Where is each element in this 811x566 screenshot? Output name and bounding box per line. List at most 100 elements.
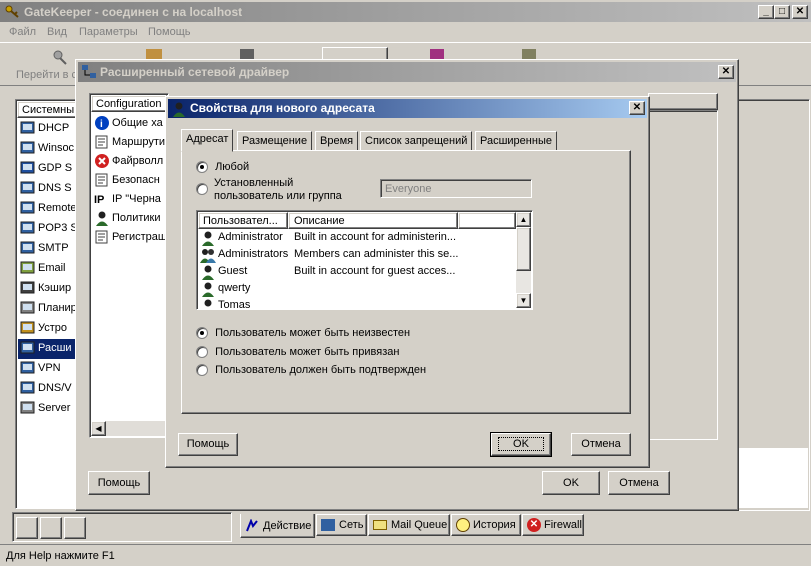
sidebar-item[interactable]: Email <box>18 259 78 279</box>
tree-item[interactable]: Маршрути <box>92 133 166 153</box>
toolbar-icon[interactable] <box>146 49 162 59</box>
option-unknown-indicator[interactable] <box>196 327 208 340</box>
sidebar-item[interactable]: Планир <box>18 299 78 319</box>
tree-item[interactable]: i Общие ха <box>92 114 166 134</box>
tree-item[interactable]: IP IP "Черна <box>92 190 166 210</box>
key-icon <box>52 49 68 65</box>
driver-right-header <box>648 93 718 110</box>
goto-button[interactable]: Перейти в с <box>10 47 80 85</box>
menu-params[interactable]: Параметры <box>79 26 138 38</box>
table-row[interactable]: Administrators Members can administer thi… <box>198 246 516 263</box>
log-icon <box>94 229 110 245</box>
menu-file[interactable]: Файл <box>9 26 36 38</box>
tab-action[interactable]: Действие <box>240 514 315 538</box>
sidebar-item[interactable]: DNS/V <box>18 379 78 399</box>
close-button[interactable]: ✕ <box>792 5 808 19</box>
module-icon <box>20 120 36 136</box>
tree-item-label: Безопасн <box>112 174 160 186</box>
toolbar-icon[interactable] <box>430 49 444 59</box>
sidebar-item[interactable]: Устро <box>18 319 78 339</box>
tab-advanced[interactable]: Расширенные <box>475 131 557 151</box>
sidebar-item[interactable]: Winsoc <box>18 139 78 159</box>
col-extra-header[interactable] <box>458 212 516 229</box>
props-dialog: Свойства для нового адресата ✕ Адресат Р… <box>165 96 650 468</box>
tree-item[interactable]: Политики <box>92 209 166 229</box>
option-confirmed-indicator[interactable] <box>196 364 208 377</box>
sidebar-item[interactable]: DNS S <box>18 179 78 199</box>
driver-help-button[interactable]: Помощь <box>88 471 150 495</box>
menu-bar: Файл Вид Параметры Помощь <box>0 23 811 41</box>
col-user-header[interactable]: Пользовател... <box>198 212 288 229</box>
sidebar-item[interactable]: VPN <box>18 359 78 379</box>
user-description: Members can administer this se... <box>294 248 459 260</box>
radio-any-indicator[interactable] <box>196 161 208 174</box>
tree-hscroll[interactable]: ◀ <box>91 421 167 436</box>
module-icon <box>20 200 36 216</box>
props-help-button[interactable]: Помощь <box>178 433 238 456</box>
minimize-button[interactable]: _ <box>758 5 774 19</box>
scroll-left-button[interactable]: ◀ <box>91 421 106 436</box>
ip-icon: IP <box>94 191 110 207</box>
tab-address[interactable]: Адресат <box>181 129 234 152</box>
tab-deny-list[interactable]: Список запрещений <box>360 131 473 151</box>
radio-specific-label: Установленный пользователь или группа <box>214 177 342 202</box>
scroll-up-button[interactable]: ▲ <box>516 212 531 227</box>
user-icon[interactable] <box>64 517 86 539</box>
table-row[interactable]: Tomas <box>198 297 516 309</box>
radio-any[interactable]: Любой <box>196 161 249 177</box>
tree-item[interactable]: Безопасн <box>92 171 166 191</box>
sidebar-item[interactable]: GDP S <box>18 159 78 179</box>
policy-icon <box>94 210 110 226</box>
option-bound[interactable]: Пользователь может быть привязан <box>196 346 400 359</box>
scroll-thumb[interactable] <box>516 227 531 271</box>
option-unknown[interactable]: Пользователь может быть неизвестен <box>196 327 410 340</box>
sidebar-item-label: Расши <box>38 342 72 354</box>
sidebar-item[interactable]: POP3 S <box>18 219 78 239</box>
driver-ok-button[interactable]: OK <box>542 471 600 495</box>
user-list-vscroll[interactable]: ▲ ▼ <box>516 212 531 308</box>
maximize-button[interactable]: □ <box>774 5 790 19</box>
tab-mail-queue[interactable]: Mail Queue <box>368 514 450 536</box>
sidebar-item[interactable]: Remote <box>18 199 78 219</box>
sidebar-item[interactable]: Server <box>18 399 78 419</box>
toolbar-icon[interactable] <box>522 49 536 59</box>
module-icon <box>20 160 36 176</box>
user-name: Administrator <box>218 231 283 243</box>
driver-cancel-button[interactable]: Отмена <box>608 471 670 495</box>
col-desc-header[interactable]: Описание <box>288 212 458 229</box>
tab-placement[interactable]: Размещение <box>237 131 313 151</box>
props-close-button[interactable]: ✕ <box>629 101 645 115</box>
option-bound-indicator[interactable] <box>196 346 208 359</box>
tree-item-label: Файрволл <box>112 155 164 167</box>
toolbar-icon[interactable] <box>240 49 254 59</box>
table-row[interactable]: Guest Built in account for guest acces... <box>198 263 516 280</box>
props-cancel-button[interactable]: Отмена <box>571 433 631 456</box>
tree-item[interactable]: Файрволл <box>92 152 166 172</box>
everyone-field[interactable]: Everyone <box>380 179 532 198</box>
sidebar-item[interactable]: SMTP <box>18 239 78 259</box>
tab-network[interactable]: Сеть <box>316 514 367 536</box>
menu-view[interactable]: Вид <box>47 26 67 38</box>
option-bound-label: Пользователь может быть привязан <box>215 346 400 358</box>
props-ok-button[interactable]: OK <box>490 432 552 457</box>
menu-help[interactable]: Помощь <box>148 26 191 38</box>
option-confirmed[interactable]: Пользователь должен быть подтвержден <box>196 364 426 377</box>
sidebar-item[interactable]: Кэшир <box>18 279 78 299</box>
tree-item[interactable]: Регистраш <box>92 228 166 248</box>
tree-item-label: Маршрути <box>112 136 166 148</box>
routing-icon[interactable] <box>40 517 62 539</box>
sidebar-item[interactable]: Расши <box>18 339 78 359</box>
tab-time[interactable]: Время <box>315 131 359 151</box>
tree-item-label: Политики <box>112 212 161 224</box>
sidebar-item[interactable]: DHCP <box>18 119 78 139</box>
network-icon[interactable] <box>16 517 38 539</box>
driver-close-button[interactable]: ✕ <box>718 65 734 79</box>
props-title: Свойства для нового адресата <box>190 101 375 115</box>
radio-specific-indicator[interactable] <box>196 183 208 195</box>
goto-label: Перейти в с <box>16 69 78 81</box>
scroll-down-button[interactable]: ▼ <box>516 293 531 308</box>
table-row[interactable]: qwerty <box>198 280 516 297</box>
table-row[interactable]: Administrator Built in account for admini… <box>198 229 516 246</box>
tab-history[interactable]: История <box>451 514 521 536</box>
tab-firewall[interactable]: ✕ Firewall <box>522 514 584 536</box>
